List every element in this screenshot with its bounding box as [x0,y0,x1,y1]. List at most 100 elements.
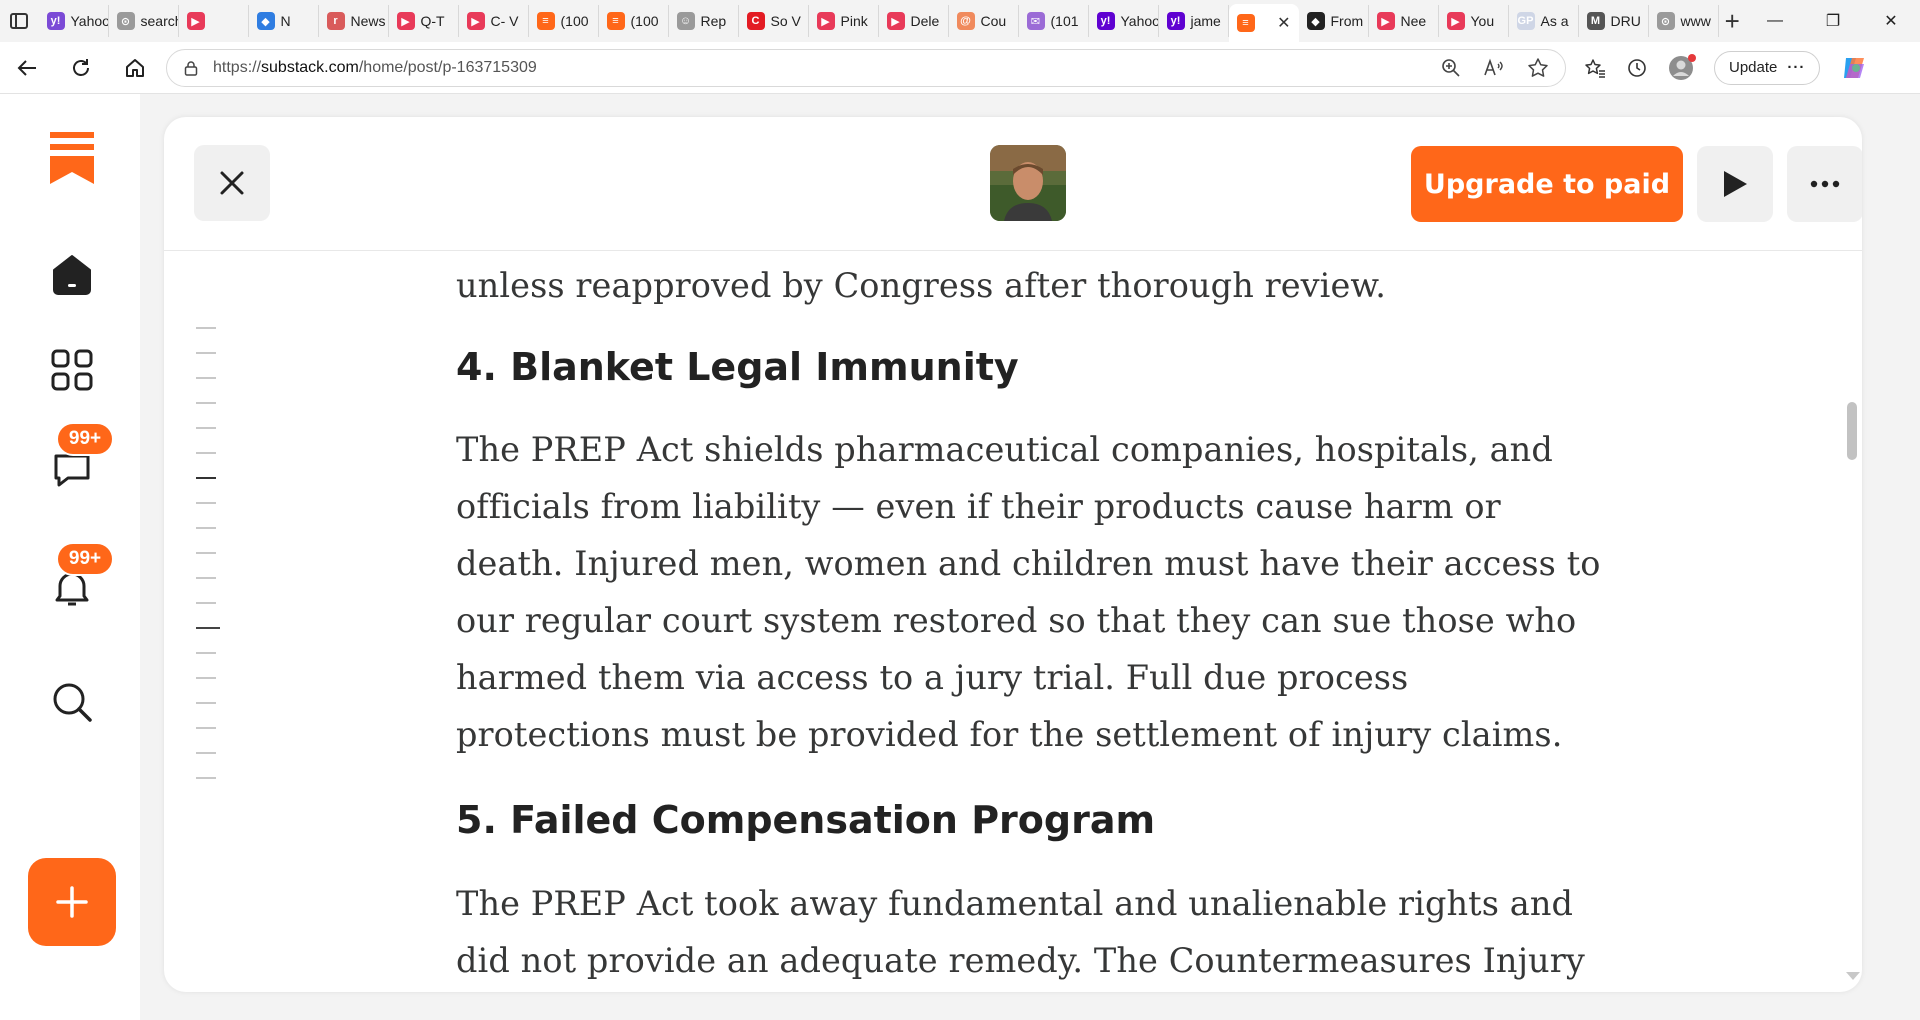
tab-favicon-icon: ▶ [186,12,205,30]
close-tab-icon[interactable]: ✕ [1277,13,1290,33]
browser-tab[interactable]: ⊙ search [109,5,179,37]
toc-mark[interactable] [196,502,216,504]
browser-tab[interactable]: ☺ Rep [669,5,739,37]
toc-mark[interactable] [196,452,216,454]
close-post-button[interactable] [194,145,270,221]
url-field[interactable]: https://substack.com/home/post/p-1637153… [166,48,1566,87]
table-of-contents-rail[interactable] [196,327,226,802]
tab-favicon-icon: ▶ [396,12,415,30]
toc-mark[interactable] [196,427,216,429]
chat-badge: 99+ [56,422,114,456]
toc-mark[interactable] [196,602,216,604]
browser-tab[interactable]: y! jame [1159,5,1229,37]
browser-tab[interactable]: ▶ C- V [459,5,529,37]
toc-mark-active[interactable] [196,627,220,629]
browser-tab[interactable]: GP As a [1509,5,1579,37]
author-avatar[interactable] [990,145,1066,221]
tab-title: Nee [1400,13,1427,29]
toc-mark[interactable] [196,777,216,779]
tab-favicon-icon: ▶ [816,12,835,30]
browser-tab[interactable]: ⊙ www [1649,5,1719,37]
substack-logo[interactable] [28,114,116,202]
toc-mark-current[interactable] [196,477,216,479]
browser-tab[interactable]: ≡ (100 [529,5,599,37]
browser-tab[interactable]: @ Cou [949,5,1019,37]
listen-button[interactable] [1697,146,1773,222]
close-window-button[interactable]: ✕ [1862,0,1920,42]
home-nav[interactable] [28,230,116,318]
new-tab-button[interactable]: + [1719,6,1747,37]
toc-mark[interactable] [196,352,216,354]
browser-tab[interactable]: ▶ Q-T [389,5,459,37]
tab-favicon-icon: ◆ [256,12,275,30]
browser-tab[interactable]: ▶ [179,5,249,37]
browser-tab[interactable]: y! Yahoo [39,5,109,37]
tab-title: You [1470,13,1495,29]
browser-tab[interactable]: y! Yahoo [1089,5,1159,37]
toc-mark[interactable] [196,752,216,754]
toc-mark[interactable] [196,677,216,679]
read-aloud-icon[interactable] [1483,58,1505,78]
back-button[interactable] [0,42,54,94]
tab-favicon-icon: ✉ [1026,12,1045,30]
notifications-badge: 99+ [56,542,114,576]
browser-tab[interactable]: ▶ Pink [809,5,879,37]
toc-mark[interactable] [196,652,216,654]
browser-tab[interactable]: M DRU [1579,5,1649,37]
tab-actions-icon [10,13,29,29]
browser-tab[interactable]: ◆ From [1299,5,1369,37]
site-info-icon[interactable] [183,60,199,76]
play-icon [1724,171,1747,197]
toc-mark[interactable] [196,402,216,404]
tab-favicon-icon: ≡ [1236,14,1255,32]
browser-tab[interactable]: C So V [739,5,809,37]
profile-avatar[interactable] [1668,53,1696,81]
substack-logo-icon [50,132,94,184]
tab-favicon-icon: y! [1166,12,1185,30]
section-heading: 4. Blanket Legal Immunity [456,345,1019,389]
favorites-icon[interactable] [1584,57,1606,79]
home-button[interactable] [108,42,162,94]
minimize-button[interactable]: — [1746,0,1804,42]
post-header: Upgrade to paid [164,117,1862,251]
toc-mark[interactable] [196,727,216,729]
browser-tab-active[interactable]: ≡ ✕ [1228,4,1299,42]
tab-actions-button[interactable] [0,0,39,42]
favorite-star-icon[interactable] [1527,57,1549,79]
toc-mark[interactable] [196,702,216,704]
close-icon [220,171,244,195]
search-icon [53,683,92,722]
upgrade-to-paid-button[interactable]: Upgrade to paid [1411,146,1683,222]
update-button[interactable]: Update ··· [1714,50,1821,85]
restore-button[interactable]: ❐ [1804,0,1862,42]
explore-nav[interactable] [28,326,116,414]
scrollbar-thumb[interactable] [1847,402,1857,460]
browser-tab[interactable]: ▶ You [1439,5,1509,37]
tab-title: (101 [1050,13,1079,29]
refresh-button[interactable] [54,42,108,94]
copilot-icon[interactable] [1840,54,1868,82]
zoom-icon[interactable] [1441,58,1461,78]
browser-tab[interactable]: ▶ Dele [879,5,949,37]
toc-mark[interactable] [196,577,216,579]
history-icon[interactable] [1626,57,1648,79]
home-filled-icon [53,255,91,295]
browser-tab[interactable]: ▶ Nee [1369,5,1439,37]
chat-nav[interactable]: 99+ [28,422,116,512]
notifications-nav[interactable]: 99+ [28,542,116,632]
tab-favicon-icon: ◆ [1306,12,1325,30]
toc-mark[interactable] [196,527,216,529]
toc-mark[interactable] [196,552,216,554]
plus-icon [56,886,88,918]
scroll-down-arrow[interactable] [1846,972,1860,980]
browser-tab[interactable]: ≡ (100 [599,5,669,37]
browser-tab[interactable]: ◆ N [249,5,319,37]
toc-mark[interactable] [196,377,216,379]
compose-button[interactable] [28,858,116,946]
browser-tab[interactable]: r News [319,5,389,37]
more-options-button[interactable] [1787,146,1862,222]
browser-tab[interactable]: ✉ (101 [1019,5,1089,37]
search-nav[interactable] [28,658,116,746]
address-bar: https://substack.com/home/post/p-1637153… [0,42,1920,94]
toc-mark[interactable] [196,327,216,329]
